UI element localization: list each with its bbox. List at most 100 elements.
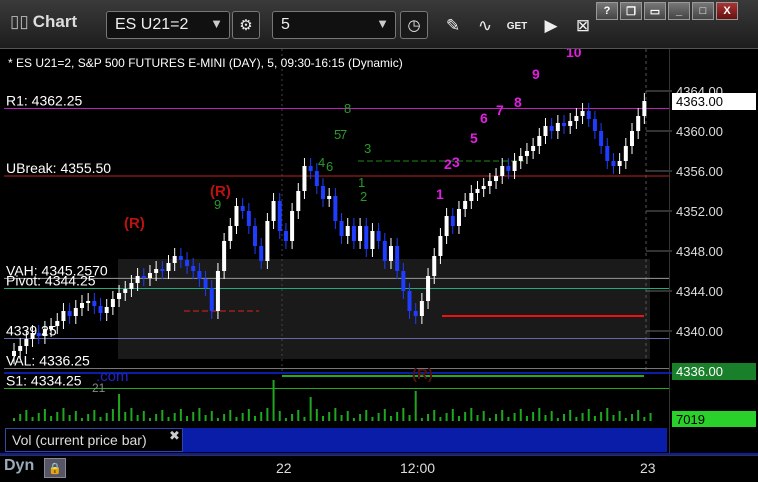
volume-bar — [544, 415, 547, 421]
annotation-r: (R) — [124, 215, 145, 232]
volume-bar — [148, 418, 151, 421]
restore-button[interactable]: ❐ — [620, 2, 642, 20]
candle-body — [617, 161, 622, 166]
sequential-count: 10 — [566, 49, 582, 60]
level-label: S1: 4334.25 — [6, 373, 82, 389]
volume-bar — [495, 414, 498, 421]
symbol-dropdown[interactable]: ES U21=2 ▼ — [106, 11, 230, 39]
candle-body — [24, 339, 29, 346]
volume-bar — [513, 413, 516, 421]
mode-label: Dyn — [4, 457, 35, 474]
candle-body — [481, 186, 486, 189]
candle-body — [154, 269, 159, 273]
clock-icon[interactable]: ◷ — [400, 11, 428, 39]
volume-bar — [476, 415, 479, 421]
volume-bar — [396, 412, 399, 421]
gear-icon[interactable]: ⚙ — [232, 11, 260, 39]
volume-bar — [297, 410, 300, 421]
candle-body — [592, 119, 597, 131]
volume-bar — [519, 409, 522, 421]
candle-body — [456, 209, 461, 226]
candle-body — [345, 226, 350, 236]
indicator-icon[interactable]: ∿ — [472, 13, 498, 39]
candle-body — [117, 293, 122, 299]
pencil-icon[interactable]: ✎ — [440, 13, 466, 39]
setup-count: 7 — [340, 127, 347, 142]
volume-bar — [631, 414, 633, 421]
volume-bar — [130, 408, 133, 421]
volume-bar — [600, 412, 603, 421]
candle-body — [364, 226, 369, 249]
volume-bar — [223, 414, 226, 421]
candle-body — [512, 161, 517, 171]
link-button[interactable]: ▭ — [644, 2, 666, 20]
candle-body — [191, 266, 196, 271]
volume-bar — [173, 413, 176, 421]
volume-bar — [352, 418, 355, 421]
volume-bar — [179, 409, 182, 421]
volume-bar — [575, 417, 578, 421]
candle-body — [314, 171, 319, 186]
maximize-button[interactable]: □ — [692, 2, 714, 20]
close-icon[interactable]: ✖ — [169, 428, 180, 444]
volume-bar — [359, 414, 362, 421]
lock-icon[interactable]: 🔒 — [44, 458, 66, 478]
volume-bar — [569, 410, 572, 421]
candle-body — [611, 161, 616, 166]
interval-value: 5 — [281, 16, 290, 33]
chevron-down-icon: ▼ — [210, 16, 223, 31]
volume-bar — [563, 414, 566, 421]
y-tick-label: 4340.00 — [676, 324, 723, 339]
volume-bar — [340, 415, 343, 421]
volume-bar — [507, 417, 510, 421]
candle-body — [407, 291, 412, 311]
close-panel-icon[interactable]: ⊠ — [570, 13, 596, 39]
candle-body — [49, 326, 54, 329]
volume-bar — [25, 410, 28, 421]
volume-bar — [371, 417, 374, 421]
interval-dropdown[interactable]: 5 ▼ — [272, 11, 396, 39]
level-label: VAL: 4336.25 — [6, 353, 90, 369]
minimize-button[interactable]: _ — [668, 2, 690, 20]
get-data-icon[interactable]: GET — [504, 13, 530, 39]
volume-bar — [624, 418, 627, 421]
close-button[interactable]: X — [716, 2, 738, 20]
volume-bar — [37, 413, 40, 421]
sequential-count: 2 — [444, 156, 452, 172]
volume-badge-text: 7019 — [676, 412, 705, 427]
candle-body — [18, 346, 23, 351]
y-tick-label: 4348.00 — [676, 244, 723, 259]
volume-bar — [451, 409, 454, 421]
candle-body — [432, 256, 437, 276]
volume-bar — [538, 408, 541, 421]
candle-body — [61, 311, 66, 321]
volume-bar — [501, 410, 504, 421]
candle-body — [42, 329, 47, 336]
candle-body — [636, 116, 641, 131]
volume-bar — [204, 415, 207, 421]
setup-count: 9 — [214, 197, 221, 212]
candle-body — [382, 241, 387, 261]
y-tick-label: 4352.00 — [676, 204, 723, 219]
volume-bar — [402, 408, 405, 421]
price-chart[interactable]: * ES U21=2, S&P 500 FUTURES E-MINI (DAY)… — [4, 49, 756, 455]
candle-body — [630, 131, 634, 146]
play-icon[interactable]: ▶ — [538, 13, 564, 39]
drag-handle-icon[interactable]: ▯▯ — [10, 12, 29, 32]
candle-body — [469, 193, 474, 201]
volume-bar — [198, 408, 201, 421]
x-tick: 12:00 — [400, 460, 436, 476]
help-button[interactable]: ? — [596, 2, 618, 20]
volume-bar — [482, 411, 485, 421]
volume-bar — [581, 413, 584, 421]
candle-body — [426, 276, 431, 301]
chart-header: * ES U21=2, S&P 500 FUTURES E-MINI (DAY)… — [8, 56, 403, 70]
candle-body — [296, 191, 301, 211]
extra-text: 21 — [92, 381, 106, 395]
volume-bar — [346, 411, 349, 421]
volume-bar — [328, 412, 331, 421]
candle-body — [203, 279, 208, 288]
y-tick-label: 4344.00 — [676, 284, 723, 299]
volume-bar — [80, 418, 83, 421]
volume-bar — [105, 413, 108, 421]
